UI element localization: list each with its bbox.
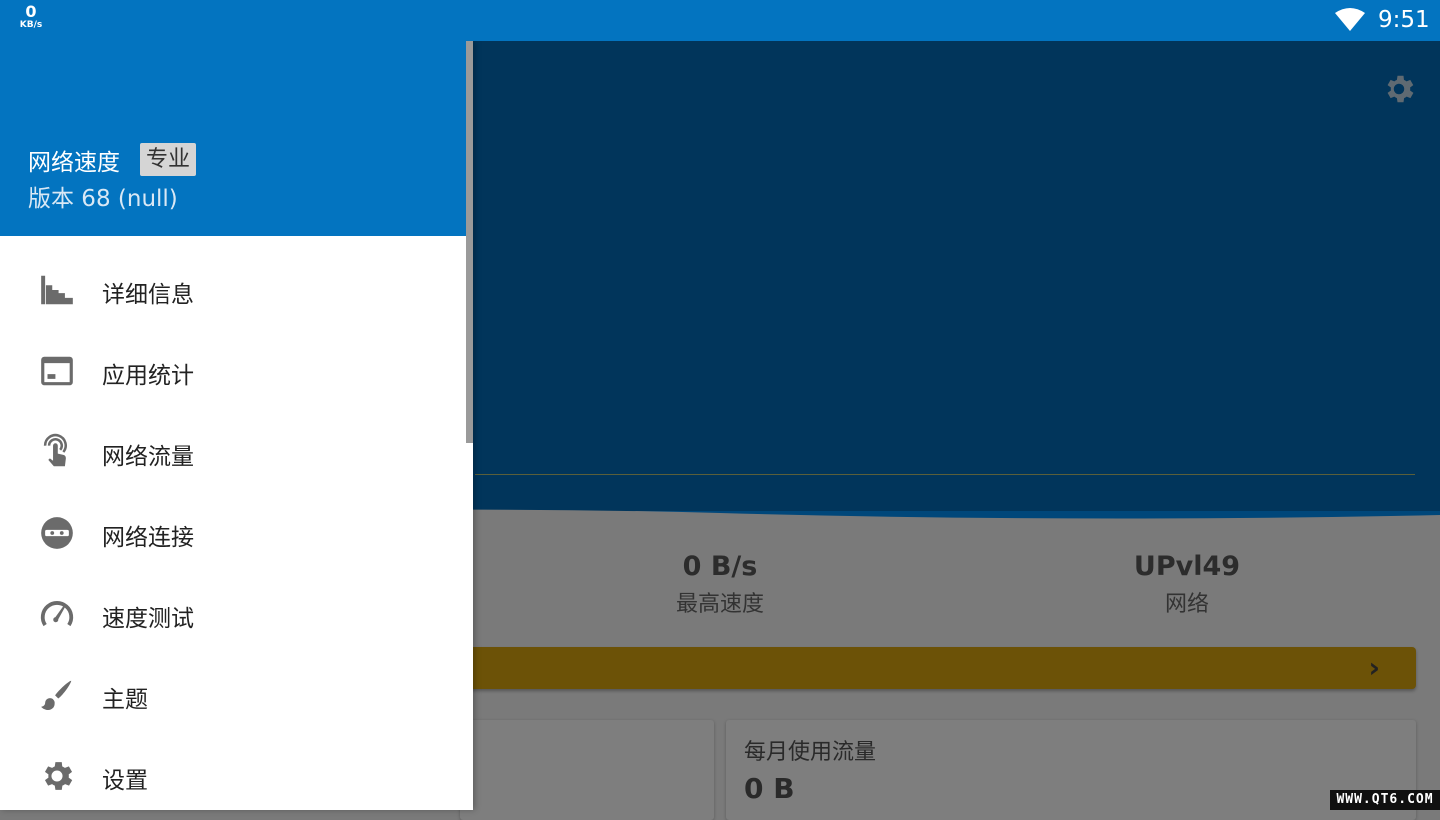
net-speed-indicator: 0 KB/s [18, 4, 44, 30]
navigation-drawer: 网络速度 专业 版本 68 (null) 详细信息 应用统计 网络流量 网络连接… [0, 41, 473, 810]
wifi-icon [1335, 8, 1365, 31]
settings-gear-icon[interactable] [1381, 71, 1417, 107]
net-speed-unit: KB/s [19, 20, 43, 30]
status-bar: 0 KB/s 9:51 [0, 0, 1440, 41]
menu-item-label: 详细信息 [102, 282, 194, 308]
clock: 9:51 [1378, 7, 1430, 33]
menu-item-label: 速度测试 [102, 606, 194, 632]
app-name: 网络速度 [28, 150, 120, 176]
monthly-usage-title: 每月使用流量 [744, 740, 877, 765]
incognito-icon [41, 517, 73, 549]
max-speed-label: 最高速度 [675, 592, 764, 617]
drawer-menu: 详细信息 应用统计 网络流量 网络连接 速度测试 主题 设置 [0, 251, 466, 818]
menu-item-theme[interactable]: 主题 [0, 656, 466, 737]
net-speed-value: 0 [25, 2, 37, 21]
menu-item-speed-test[interactable]: 速度测试 [0, 575, 466, 656]
menu-item-label: 网络连接 [102, 525, 194, 551]
menu-item-label: 网络流量 [102, 444, 194, 470]
max-speed-stat: 0 B/s 最高速度 [570, 551, 870, 618]
brush-icon [41, 680, 72, 711]
watermark: WWW.QT6.COM [1330, 790, 1440, 810]
gear-icon [44, 762, 73, 790]
app-version: 版本 68 (null) [28, 186, 178, 212]
pro-badge: 专业 [140, 143, 197, 176]
speedometer-icon [40, 601, 74, 627]
network-label: 网络 [1164, 592, 1209, 617]
app-window-icon [41, 356, 73, 386]
usage-card-left[interactable] [460, 720, 714, 820]
menu-item-details[interactable]: 详细信息 [0, 251, 466, 332]
drawer-scrollbar[interactable] [466, 41, 473, 443]
monthly-usage-card[interactable]: 每月使用流量 0 B [726, 720, 1416, 820]
monthly-usage-value: 0 B [744, 772, 795, 805]
drawer-header: 网络速度 专业 版本 68 (null) [0, 41, 473, 236]
menu-item-label: 主题 [102, 687, 148, 713]
menu-item-label: 应用统计 [102, 363, 194, 389]
promo-banner[interactable]: › [460, 647, 1416, 689]
network-stat: UPvl49 网络 [1037, 551, 1337, 618]
max-speed-value: 0 B/s [682, 551, 758, 582]
network-value: UPvl49 [1133, 551, 1241, 582]
bar-chart-icon [41, 275, 73, 305]
menu-item-app-stats[interactable]: 应用统计 [0, 332, 466, 413]
menu-item-label: 设置 [102, 768, 148, 794]
menu-item-traffic[interactable]: 网络流量 [0, 413, 466, 494]
graph-baseline [475, 474, 1415, 475]
touch-icon [43, 433, 67, 467]
menu-item-settings[interactable]: 设置 [0, 737, 466, 818]
menu-item-connections[interactable]: 网络连接 [0, 494, 466, 575]
chevron-right-icon: › [1368, 651, 1380, 684]
